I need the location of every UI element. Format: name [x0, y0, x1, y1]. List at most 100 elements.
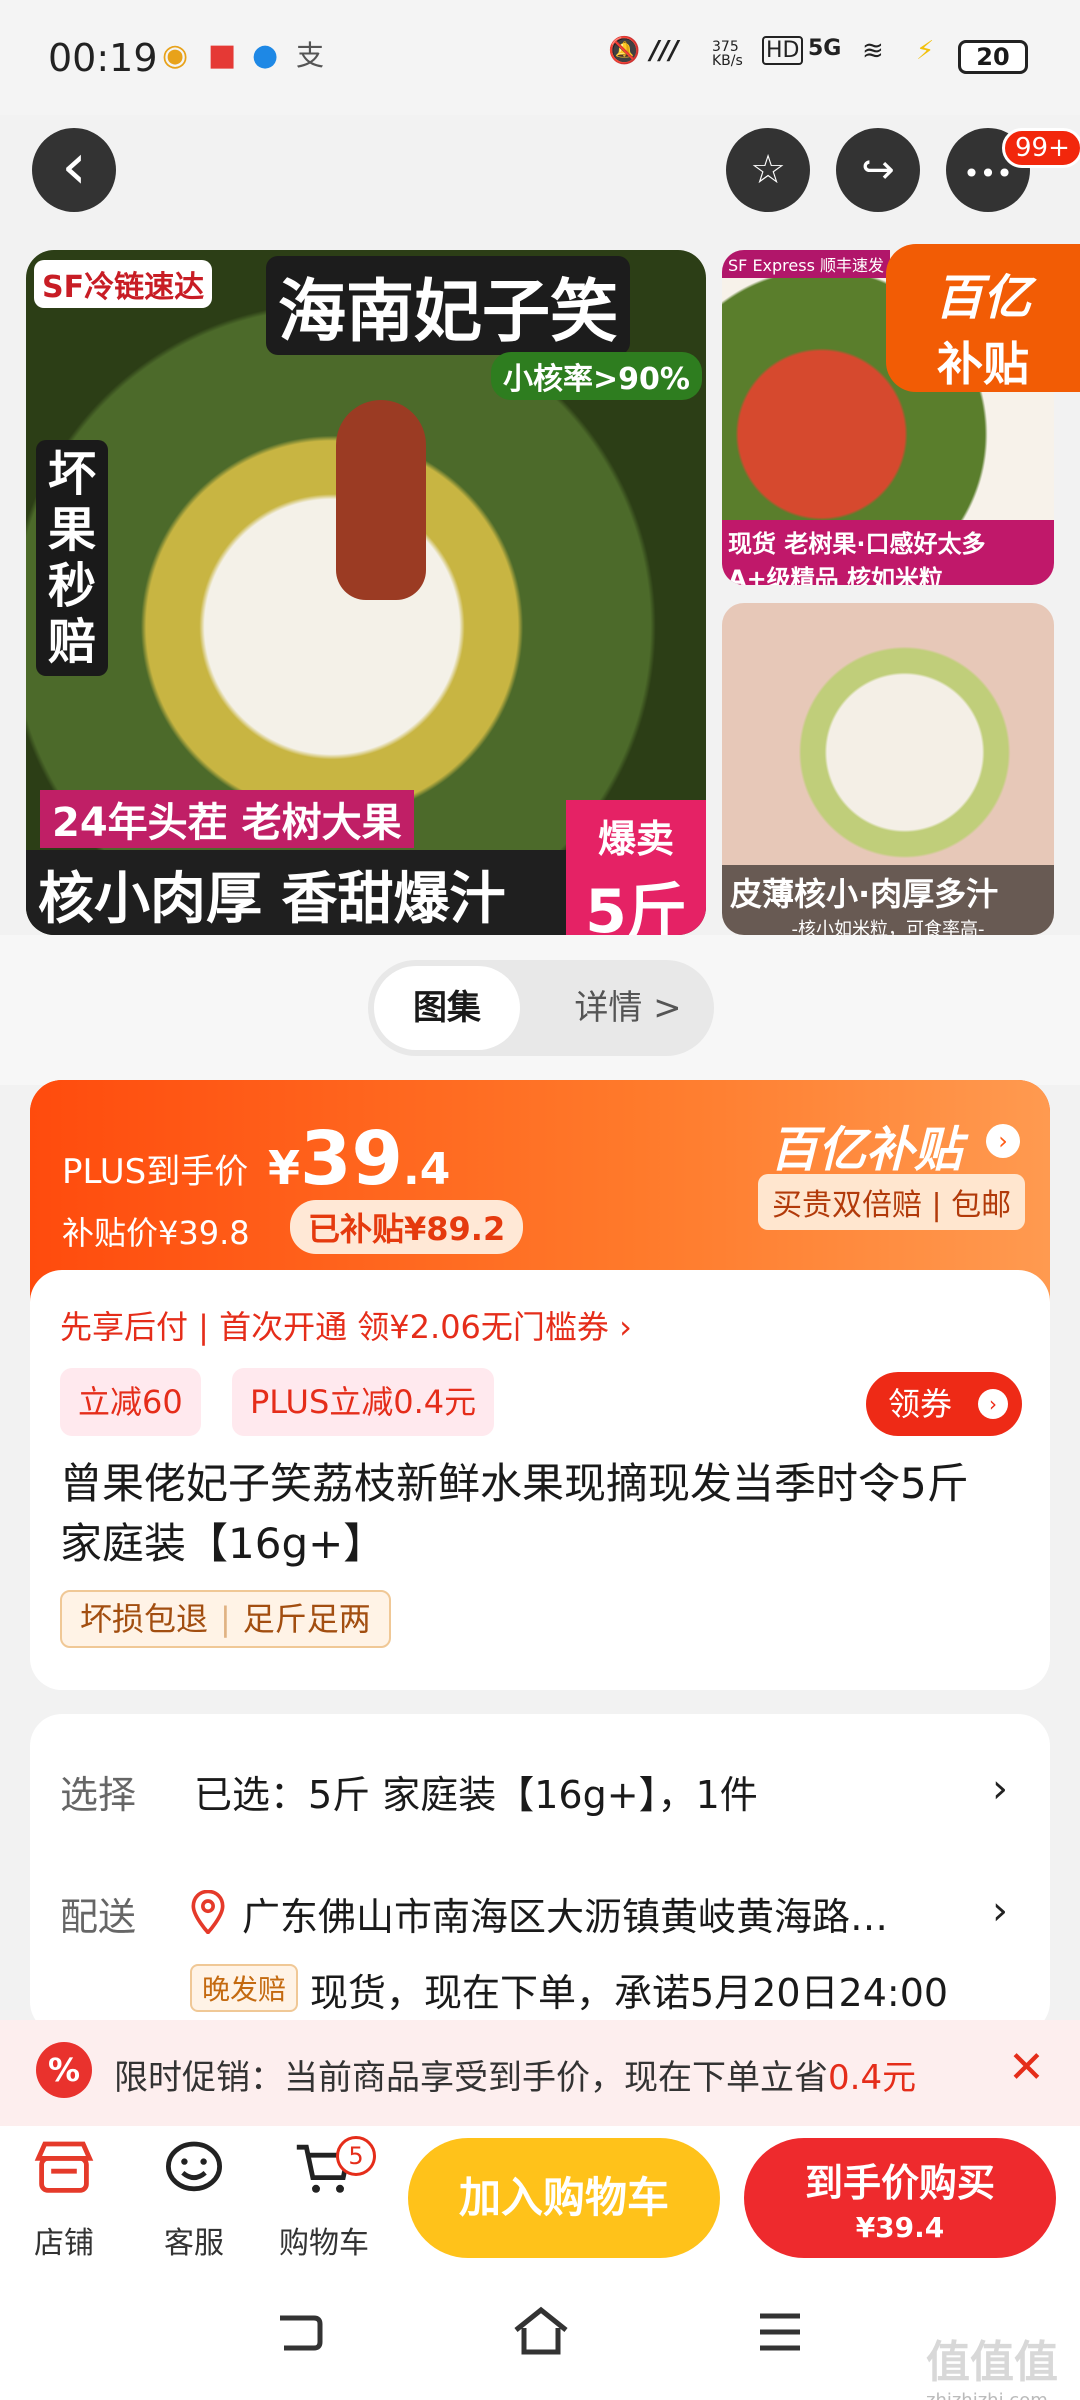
delivery-promise: 现货，现在下单，承诺5月20日24:00: [310, 1971, 949, 2015]
chevron-right-icon[interactable]: ›: [986, 1124, 1020, 1158]
service-button[interactable]: 客服: [134, 2138, 254, 2262]
gallery-thumb-2[interactable]: 皮薄核小·肉厚多汁 -核小如米粒，可食率高-: [722, 603, 1054, 935]
boom-bottom: 5斤: [585, 877, 687, 935]
subsidy-corner-t2: 补贴: [937, 337, 1029, 391]
watermark-domain: zhizhizhi.com: [926, 2390, 1058, 2400]
plus-price-label: PLUS到手价: [62, 1152, 249, 1192]
charging-icon: ⚡: [916, 36, 935, 66]
buy-now-button[interactable]: 到手价购买 ¥39.4: [744, 2138, 1056, 2258]
promise-1: 坏损包退: [80, 1600, 209, 1638]
thumb2-caption: 皮薄核小·肉厚多汁 -核小如米粒，可食率高-: [722, 865, 1054, 935]
message-count-badge: 99+: [1002, 128, 1080, 168]
sf-tag: SF Express 顺丰速发: [722, 250, 891, 278]
bad-fruit-label: 坏果秒赔: [36, 440, 108, 676]
nav-menu-icon[interactable]: [756, 2310, 804, 2354]
get-coupon-button[interactable]: 领券 ›: [866, 1372, 1022, 1436]
penguin-icon: ●: [252, 38, 279, 73]
thumb2-caption-small: -核小如米粒，可食率高-: [791, 919, 985, 935]
location-pin-icon: [191, 1890, 225, 1934]
nav-home-icon[interactable]: [512, 2306, 570, 2358]
status-bar: 00:19 ◉ ■ ● 支 🔕 /// 375 KB/s HD 5G ≋ ⚡ 2…: [0, 0, 1080, 115]
plus-price-int: 39: [300, 1116, 403, 1202]
share-button[interactable]: ↪: [836, 128, 920, 212]
status-time: 00:19: [48, 36, 158, 80]
billion-subsidy-corner: 百亿 补贴: [886, 244, 1080, 392]
service-promise: 坏损包退 | 足斤足两: [60, 1590, 391, 1648]
wifi-icon: ≋: [862, 36, 884, 66]
subsidy-corner-t1: 百亿: [934, 270, 1031, 326]
lychee-pit-graphic: [336, 400, 426, 600]
selection-card: 选择 已选：5斤 家庭装【16g+】，1件 › 配送 广东佛山市南海区大沥镇黄岐…: [30, 1714, 1050, 2034]
nav-back-icon[interactable]: [274, 2310, 326, 2356]
shop-icon: [34, 2141, 94, 2193]
plus-price: ¥39.4: [268, 1116, 450, 1202]
promo-text-prefix: 限时促销：当前商品享受到手价，现在下单立省: [114, 2058, 828, 2098]
signal-bars-icon: ///: [650, 36, 679, 66]
image-line1: 24年头茬 老树大果: [40, 790, 414, 848]
hd-icon: HD: [762, 36, 804, 65]
select-value[interactable]: 已选：5斤 家庭装【16g+】，1件: [194, 1764, 758, 1819]
subsidy-amount-badge: 已补贴¥89.2: [290, 1200, 524, 1254]
ship-key: 配送: [60, 1895, 137, 1939]
tab-gallery[interactable]: 图集: [374, 966, 520, 1050]
currency-symbol: ¥: [268, 1141, 301, 1195]
cart-count-badge: 5: [336, 2136, 376, 2176]
select-key: 选择: [60, 1773, 137, 1817]
chevron-right-icon[interactable]: ›: [992, 1888, 1008, 1934]
billion-subsidy-logo[interactable]: 百亿补贴: [770, 1110, 962, 1180]
qq-icon: ◉: [162, 38, 189, 73]
limited-promo-bar[interactable]: % 限时促销：当前商品享受到手价，现在下单立省0.4元 ✕: [0, 2020, 1080, 2130]
percent-icon: %: [36, 2042, 92, 2098]
thumb1-caption: 现货 老树果·口感好太多 A+级精品 核如米粒: [722, 520, 1054, 585]
subsidy-price: 补贴价¥39.8: [62, 1214, 250, 1252]
sf-coldchain-logo: SF冷链速达: [34, 260, 213, 308]
share-icon: ↪: [861, 147, 895, 193]
buy-label: 到手价购买: [804, 2161, 995, 2205]
image-line2: 核小肉厚 香甜爆汁: [26, 850, 566, 935]
bottom-action-bar: 店铺 客服 购物车 5 加入购物车 到手价购买 ¥39.4: [0, 2126, 1080, 2276]
shop-label: 店铺: [34, 2226, 94, 2261]
watermark-logo: 值值值: [926, 2337, 1058, 2388]
chevron-right-icon[interactable]: ›: [992, 1766, 1008, 1812]
back-button[interactable]: ‹: [32, 128, 116, 212]
watermark: 值值值 zhizhizhi.com: [926, 2326, 1058, 2400]
image-title: 海南妃子笑: [266, 256, 631, 355]
promo-text: 限时促销：当前商品享受到手价，现在下单立省0.4元: [114, 2050, 916, 2099]
pay-later-link[interactable]: 先享后付 | 首次开通 领¥2.06无门槛券 ›: [60, 1302, 632, 1348]
star-icon: ☆: [750, 147, 786, 193]
favorite-button[interactable]: ☆: [726, 128, 810, 212]
offer-card: 先享后付 | 首次开通 领¥2.06无门槛券 › 立减60 PLUS立减0.4元…: [30, 1270, 1050, 1690]
net-speed: 375 KB/s: [712, 39, 743, 69]
battery-level: 20: [958, 40, 1028, 74]
network-type: 5G: [808, 36, 842, 61]
late-delivery-badge: 晚发赔: [190, 1964, 299, 2012]
more-icon: •••: [963, 157, 1013, 190]
add-to-cart-button[interactable]: 加入购物车: [408, 2138, 720, 2258]
gallery-main-image[interactable]: SF冷链速达 海南妃子笑 小核率>90% 坏果秒赔 24年头茬 老树大果 核小肉…: [26, 250, 706, 935]
shop-button[interactable]: 店铺: [4, 2138, 124, 2262]
buy-price: ¥39.4: [855, 2211, 945, 2244]
thumb2-caption-main: 皮薄核小·肉厚多汁: [730, 875, 999, 913]
discount-tag: 立减60: [60, 1368, 201, 1436]
boom-badge: 爆卖 5斤: [566, 800, 706, 935]
plus-discount-tag: PLUS立减0.4元: [232, 1368, 495, 1436]
boom-top: 爆卖: [597, 817, 674, 861]
service-label: 客服: [164, 2226, 224, 2261]
system-nav-bar: [0, 2276, 1080, 2400]
tab-details[interactable]: 详情 >: [553, 966, 703, 1050]
close-icon[interactable]: ✕: [1008, 2042, 1045, 2093]
chat-smile-icon: [166, 2141, 222, 2192]
alipay-icon: 支: [296, 39, 325, 72]
plus-price-dec: .4: [403, 1144, 451, 1195]
guarantee-badge: 买贵双倍赔 | 包邮: [758, 1174, 1026, 1230]
red-app-icon: ■: [208, 38, 237, 73]
back-icon: ‹: [61, 130, 87, 204]
mute-icon: 🔕: [608, 36, 641, 66]
seed-rate-label: 小核率>90%: [491, 352, 702, 400]
chevron-right-icon: ›: [978, 1389, 1008, 1419]
promo-amount: 0.4元: [828, 2058, 917, 2098]
delivery-address[interactable]: 广东佛山市南海区大沥镇黄岐黄海路…: [242, 1886, 888, 1941]
price-card: PLUS到手价 ¥39.4 补贴价¥39.8 已补贴¥89.2 百亿补贴 › 买…: [30, 1080, 1050, 1690]
coupon-label: 领券: [888, 1385, 953, 1423]
divider: |: [220, 1600, 231, 1638]
